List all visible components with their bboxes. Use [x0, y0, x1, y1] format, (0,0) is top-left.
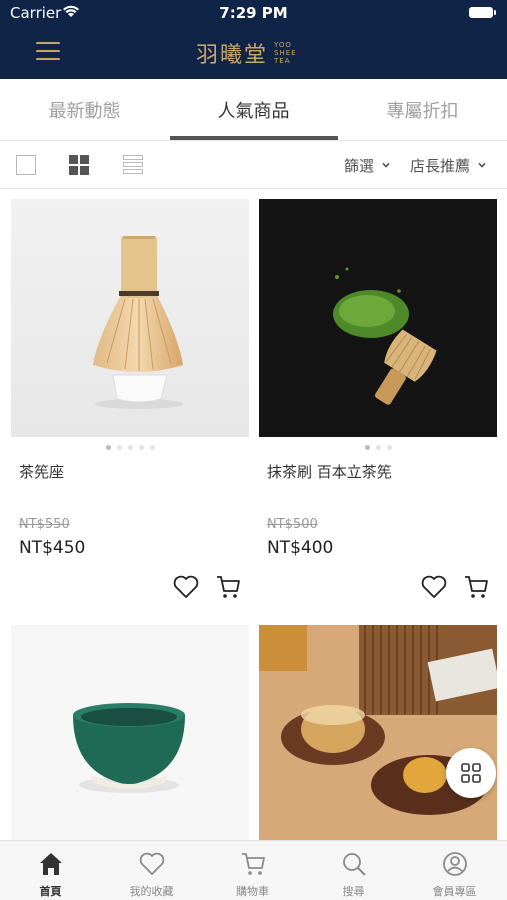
nav-home[interactable]: 首頁: [0, 841, 101, 900]
original-price: NT$500: [267, 517, 318, 532]
active-tab-indicator: [170, 136, 338, 140]
brand-logo: 羽曦堂 YOO SHEE TEA: [196, 38, 297, 68]
app-screen: Carrier 7:29 PM 羽曦堂 YOO SHEE TEA 最新動態 人氣…: [0, 0, 507, 900]
cart-icon[interactable]: [215, 574, 241, 600]
filter-bar: 篩選 店長推薦: [0, 141, 507, 189]
logo-english: YOO SHEE TEA: [274, 41, 297, 65]
tab-latest-news[interactable]: 最新動態: [0, 79, 169, 141]
nav-favorites[interactable]: 我的收藏: [101, 841, 202, 900]
sale-price: NT$400: [267, 538, 334, 558]
cart-icon: [242, 853, 265, 875]
bottom-navigation: 首頁 我的收藏 購物車 搜尋 會員專區: [0, 840, 507, 900]
tab-bar: 最新動態 人氣商品 專屬折扣: [0, 79, 507, 141]
app-header: Carrier 7:29 PM 羽曦堂 YOO SHEE TEA: [0, 0, 507, 79]
tab-exclusive-discounts[interactable]: 專屬折扣: [338, 79, 507, 141]
nav-member[interactable]: 會員專區: [404, 841, 505, 900]
product-name[interactable]: 茶筅座: [19, 461, 64, 482]
nav-cart[interactable]: 購物車: [202, 841, 303, 900]
chevron-down-icon: [478, 162, 486, 168]
sort-dropdown[interactable]: 店長推薦: [410, 153, 487, 177]
product-card[interactable]: 茶筅座 NT$550 NT$450: [11, 199, 249, 609]
image-pager-dots: [11, 445, 249, 450]
image-pager-dots: [259, 445, 497, 450]
tab-popular-products[interactable]: 人氣商品: [169, 79, 338, 141]
search-icon: [343, 853, 366, 876]
sort-label: 店長推薦: [410, 156, 471, 175]
nav-favorites-label: 我的收藏: [129, 885, 174, 898]
product-image[interactable]: [259, 625, 497, 840]
home-icon: [40, 853, 62, 875]
nav-search[interactable]: 搜尋: [303, 841, 404, 900]
product-card[interactable]: [259, 625, 497, 840]
product-image[interactable]: [11, 625, 249, 840]
nav-member-label: 會員專區: [432, 885, 477, 898]
product-name[interactable]: 抹茶刷 百本立茶筅: [267, 461, 392, 482]
grid-view-icon[interactable]: [69, 155, 89, 175]
battery-icon: [469, 7, 496, 18]
apps-button[interactable]: [446, 748, 496, 798]
heart-icon[interactable]: [173, 575, 199, 599]
sale-price: NT$450: [19, 538, 86, 558]
list-view-icon[interactable]: [123, 155, 143, 175]
apps-icon: [461, 763, 481, 783]
status-time: 7:29 PM: [219, 4, 288, 22]
menu-button[interactable]: [36, 42, 60, 62]
product-card[interactable]: 抹茶刷 百本立茶筅 NT$500 NT$400: [259, 199, 497, 609]
filter-dropdown[interactable]: 篩選: [344, 153, 391, 177]
nav-search-label: 搜尋: [342, 885, 365, 898]
product-image[interactable]: [11, 199, 249, 437]
nav-cart-label: 購物車: [236, 885, 269, 898]
cart-icon[interactable]: [463, 574, 489, 600]
menu-icon: [36, 42, 60, 44]
status-bar: Carrier 7:29 PM: [0, 0, 507, 26]
chevron-down-icon: [382, 162, 390, 168]
logo-chinese: 羽曦堂: [196, 43, 269, 68]
product-card[interactable]: [11, 625, 249, 840]
original-price: NT$550: [19, 517, 70, 532]
nav-home-label: 首頁: [39, 885, 62, 898]
user-icon: [443, 852, 467, 876]
single-view-toggle[interactable]: [16, 155, 36, 175]
filter-label: 篩選: [344, 156, 375, 175]
heart-icon: [139, 852, 165, 875]
heart-icon[interactable]: [421, 575, 447, 599]
product-image[interactable]: [259, 199, 497, 437]
